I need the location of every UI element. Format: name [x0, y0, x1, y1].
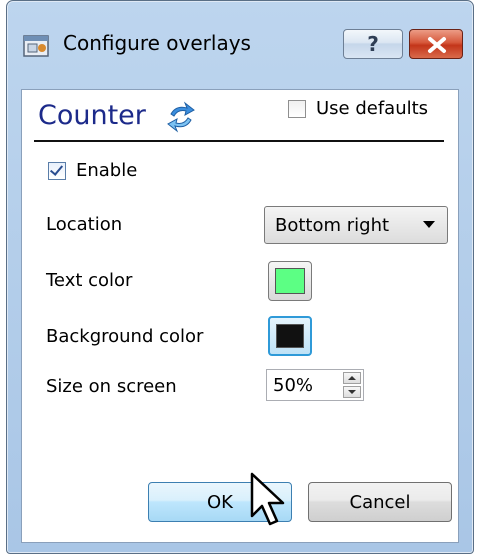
enable-checkbox[interactable]: [48, 161, 66, 180]
location-dropdown[interactable]: Bottom right: [264, 206, 448, 244]
size-label: Size on screen: [46, 376, 177, 397]
enable-option[interactable]: Enable: [48, 160, 137, 181]
close-icon: [428, 37, 446, 53]
background-color-button[interactable]: [268, 316, 312, 356]
mouse-cursor-icon: [250, 472, 285, 526]
dropdown-arrow-icon: [423, 221, 435, 228]
window-title: Configure overlays: [63, 31, 251, 55]
close-button[interactable]: [409, 29, 463, 59]
cancel-button[interactable]: Cancel: [308, 482, 452, 522]
dialog-window: Configure overlays ? Counter Use default…: [6, 0, 474, 554]
dialog-content: Counter Use defaults Enable Location Bot…: [21, 89, 459, 543]
text-color-label: Text color: [46, 270, 133, 291]
overlay-heading: Counter: [38, 100, 146, 131]
help-button[interactable]: ?: [343, 29, 403, 59]
overlay-config-icon: [23, 35, 49, 57]
help-icon: ?: [367, 32, 379, 56]
enable-label: Enable: [76, 160, 138, 181]
background-color-label: Background color: [46, 326, 204, 347]
size-stepper[interactable]: 50%: [266, 369, 364, 401]
background-color-swatch: [276, 324, 304, 348]
size-increase-button[interactable]: [343, 372, 361, 384]
title-bar[interactable]: Configure overlays ?: [7, 1, 473, 89]
size-value[interactable]: 50%: [273, 375, 313, 396]
header-divider: [34, 140, 444, 142]
size-stepper-buttons: [343, 372, 361, 398]
size-decrease-button[interactable]: [343, 386, 361, 398]
use-defaults-label: Use defaults: [316, 98, 429, 119]
location-label: Location: [46, 214, 123, 235]
text-color-button[interactable]: [268, 261, 312, 301]
text-color-swatch: [275, 268, 305, 294]
use-defaults-option[interactable]: Use defaults: [288, 98, 428, 119]
use-defaults-checkbox[interactable]: [288, 99, 306, 118]
location-selected-value: Bottom right: [275, 215, 390, 236]
refresh-icon[interactable]: [164, 100, 198, 134]
